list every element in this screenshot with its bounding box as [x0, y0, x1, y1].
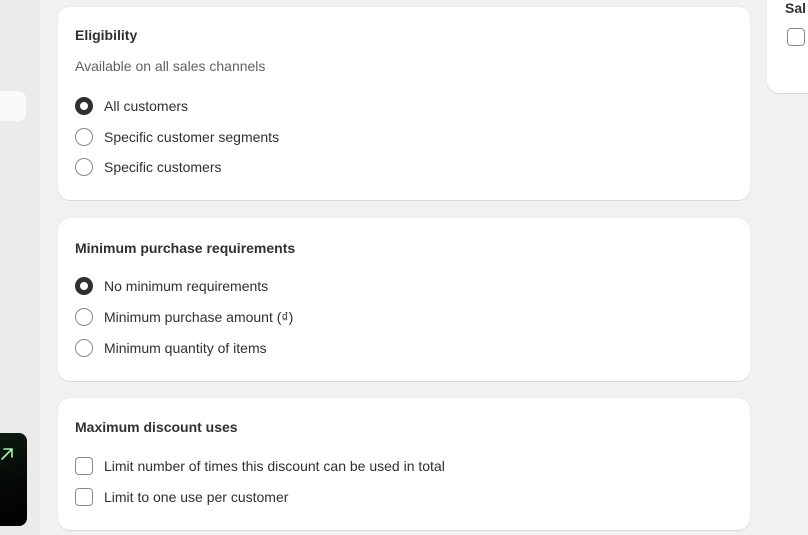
- eligibility-title: Eligibility: [75, 27, 138, 43]
- eligibility-subtitle: Available on all sales channels: [75, 58, 266, 74]
- left-sidebar: [0, 0, 40, 535]
- radio-no-minimum[interactable]: [75, 277, 93, 295]
- option-label: Specific customers: [104, 159, 222, 175]
- maximum-uses-title: Maximum discount uses: [75, 419, 238, 435]
- eligibility-option-specific-segments[interactable]: Specific customer segments: [75, 126, 279, 148]
- option-label: Limit to one use per customer: [104, 489, 289, 505]
- max-option-one-per-customer[interactable]: Limit to one use per customer: [75, 486, 288, 508]
- min-option-quantity[interactable]: Minimum quantity of items: [75, 337, 267, 359]
- promo-card[interactable]: [0, 433, 27, 526]
- radio-all-customers[interactable]: [75, 97, 93, 115]
- minimum-requirements-title: Minimum purchase requirements: [75, 240, 296, 256]
- eligibility-option-all-customers[interactable]: All customers: [75, 95, 188, 117]
- maximum-uses-card: Maximum discount uses Limit number of ti…: [58, 398, 750, 530]
- sales-channels-title: Sal: [785, 0, 807, 16]
- option-label: Specific customer segments: [104, 129, 280, 145]
- eligibility-option-specific-customers[interactable]: Specific customers: [75, 156, 221, 178]
- arrow-up-right-icon: [1, 448, 13, 460]
- min-option-none[interactable]: No minimum requirements: [75, 275, 268, 297]
- sales-channels-card: Sal: [767, 0, 808, 93]
- radio-min-amount[interactable]: [75, 308, 93, 326]
- minimum-requirements-card: Minimum purchase requirements No minimum…: [58, 218, 750, 381]
- option-label: No minimum requirements: [104, 278, 269, 294]
- radio-specific-segments[interactable]: [75, 128, 93, 146]
- option-label: Minimum purchase amount (₫): [104, 309, 294, 325]
- eligibility-card: Eligibility Available on all sales chann…: [58, 7, 750, 200]
- radio-specific-customers[interactable]: [75, 158, 93, 176]
- option-label: Limit number of times this discount can …: [104, 458, 445, 474]
- option-label: All customers: [104, 98, 189, 114]
- min-option-amount[interactable]: Minimum purchase amount (₫): [75, 306, 293, 328]
- checkbox-one-per-customer[interactable]: [75, 488, 93, 506]
- sidebar-search-field[interactable]: [0, 91, 26, 121]
- max-option-total-limit[interactable]: Limit number of times this discount can …: [75, 455, 445, 477]
- checkbox-total-limit[interactable]: [75, 457, 93, 475]
- radio-min-quantity[interactable]: [75, 339, 93, 357]
- sales-channel-checkbox[interactable]: [787, 28, 805, 46]
- option-label: Minimum quantity of items: [104, 340, 267, 356]
